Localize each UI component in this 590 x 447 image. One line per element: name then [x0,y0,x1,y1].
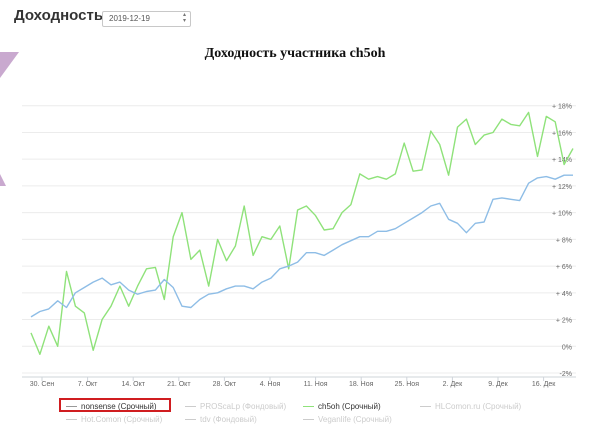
y-tick-label: + 12% [552,184,572,191]
legend-label: PROScaLp (Фондовый) [200,402,287,411]
y-tick-label: + 2% [556,318,572,325]
x-tick-label: 21. Окт [167,381,191,388]
legend-swatch [420,406,431,407]
legend-swatch [185,419,196,420]
y-tick-label: + 16% [552,130,572,137]
x-tick-label: 14. Окт [121,381,145,388]
x-tick-label: 4. Ноя [260,381,281,388]
x-tick-label: 28. Окт [213,381,237,388]
legend-swatch [303,419,314,420]
legend-label: ch5oh (Срочный) [318,402,381,411]
legend-highlight-box [59,398,171,412]
y-tick-label: + 8% [556,237,572,244]
x-tick-label: 2. Дек [443,381,463,388]
legend-item-hot-comon[interactable]: Hot.Comon (Срочный) [66,415,162,424]
y-tick-label: + 14% [552,157,572,164]
legend-swatch [303,406,314,407]
legend-item-ch5oh[interactable]: ch5oh (Срочный) [303,402,381,411]
y-tick-label: + 10% [552,211,572,218]
y-tick-label: + 6% [556,264,572,271]
ch5oh-line [30,111,574,355]
hlcomon-line [30,174,573,318]
legend-swatch [66,419,77,420]
x-tick-label: 30. Сен [30,381,55,388]
legend-label: Veganlife (Срочный) [318,415,392,424]
legend-item-proscalp[interactable]: PROScaLp (Фондовый) [185,402,286,411]
legend-label: Hot.Comon (Срочный) [81,415,163,424]
y-tick-label: 0% [562,344,572,351]
y-tick-label: + 4% [556,291,572,298]
x-tick-label: 11. Ноя [304,381,328,388]
x-tick-label: 16. Дек [532,381,556,388]
x-tick-label: 25. Ноя [395,381,420,388]
legend-swatch [185,406,196,407]
legend-label: tdv (Фондовый) [200,415,257,424]
x-tick-label: 9. Дек [488,381,508,388]
legend-item-veganlife[interactable]: Veganlife (Срочный) [303,415,392,424]
legend-label: HLComon.ru (Срочный) [435,402,522,411]
x-tick-label: 7. Окт [78,381,98,388]
legend-item-tdv[interactable]: tdv (Фондовый) [185,415,257,424]
legend-item-hlcomon[interactable]: HLComon.ru (Срочный) [420,402,521,411]
chart-canvas: + 18% + 16% + 14% + 12% + 10% + 8% + 6% + 4% + 2… [22,104,576,388]
x-tick-label: 18. Ноя [349,381,374,388]
y-tick-label: + 18% [552,104,572,111]
